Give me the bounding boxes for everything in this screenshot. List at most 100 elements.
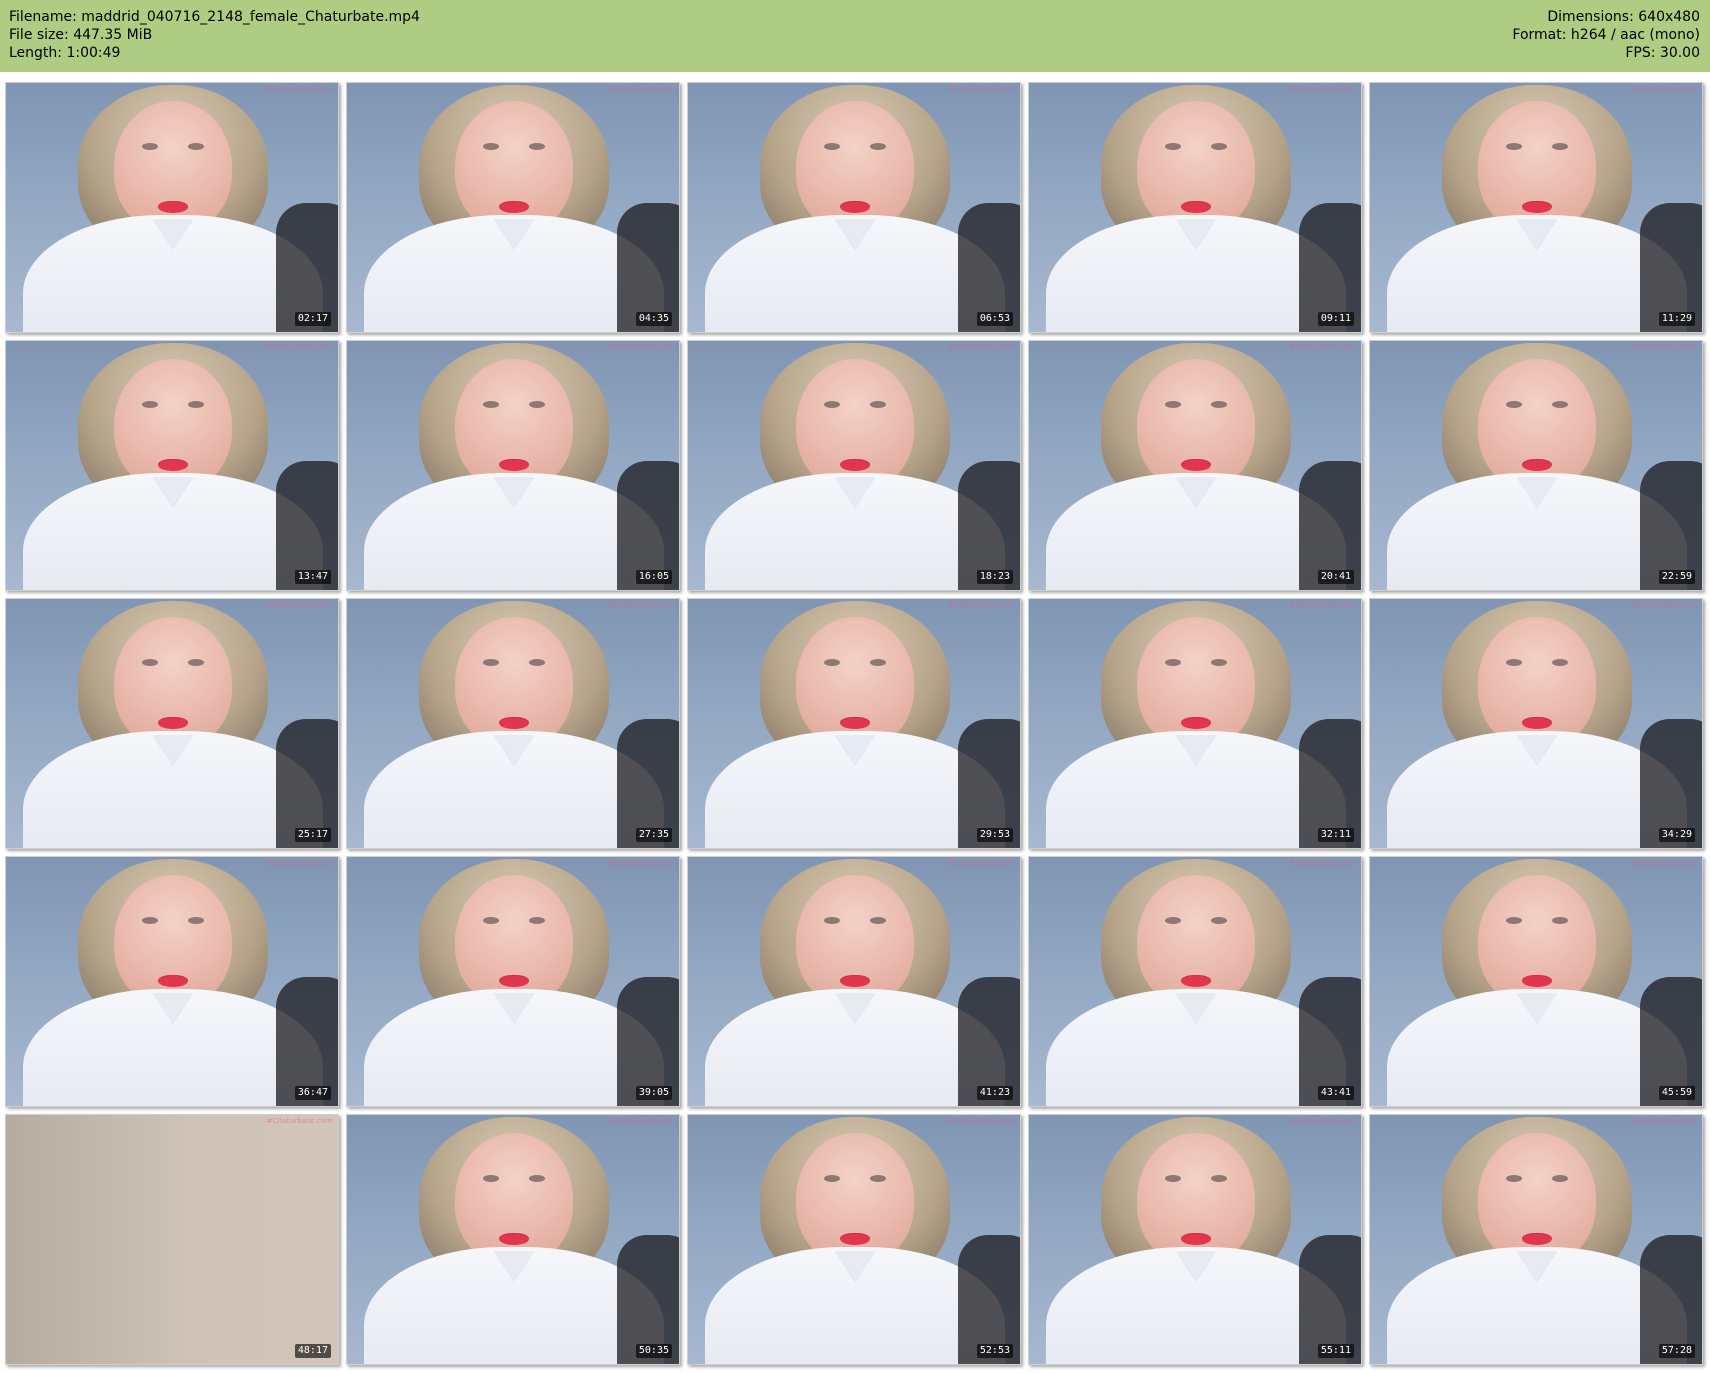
subject-left-eye [142,143,158,150]
subject-face [796,101,914,233]
timestamp-badge: 11:29 [1658,312,1695,326]
video-thumbnail[interactable]: #Chaturbate.com 06:53 [687,82,1021,333]
video-thumbnail[interactable]: #Chaturbate.com 29:53 [687,598,1021,849]
watermark-text: #Chaturbate.com [948,1117,1014,1125]
subject-face [1137,101,1255,233]
shirt-collar [1176,219,1216,249]
subject-face [1137,617,1255,749]
subject-left-eye [1506,659,1522,666]
subject-left-eye [1165,143,1181,150]
timestamp-badge: 36:47 [294,1086,331,1100]
video-thumbnail[interactable]: #Chaturbate.com 22:59 [1369,340,1703,591]
subject-face [455,617,573,749]
subject-face [455,359,573,491]
video-thumbnail[interactable]: #Chaturbate.com 13:47 [5,340,339,591]
subject-left-eye [824,1175,840,1182]
subject-right-eye [529,659,545,666]
subject-left-eye [142,401,158,408]
shirt-collar [835,1251,875,1281]
timestamp-badge: 29:53 [976,828,1013,842]
video-thumbnail[interactable]: #Chaturbate.com 16:05 [346,340,680,591]
watermark-text: #Chaturbate.com [607,601,673,609]
shirt-collar [153,219,193,249]
file-info-left: Filename: maddrid_040716_2148_female_Cha… [9,8,420,62]
subject-left-eye [1506,401,1522,408]
subject-face [796,617,914,749]
subject-face [1137,1133,1255,1265]
watermark-text: #Chaturbate.com [948,343,1014,351]
subject-face [114,359,232,491]
video-thumbnail[interactable]: #Chaturbate.com 36:47 [5,856,339,1107]
shirt-collar [153,477,193,507]
watermark-text: #Chaturbate.com [607,343,673,351]
subject-lips [1522,201,1552,213]
subject-face [1478,875,1596,1007]
subject-face [114,875,232,1007]
subject-right-eye [188,401,204,408]
video-thumbnail[interactable]: #Chaturbate.com 48:17 [5,1114,339,1365]
subject-left-eye [483,401,499,408]
video-thumbnail[interactable]: #Chaturbate.com 32:11 [1028,598,1362,849]
timestamp-badge: 18:23 [976,570,1013,584]
subject-left-eye [824,401,840,408]
subject-left-eye [483,143,499,150]
subject-left-eye [142,917,158,924]
watermark-text: #Chaturbate.com [607,859,673,867]
watermark-text: #Chaturbate.com [1630,601,1696,609]
shirt-collar [1176,993,1216,1023]
video-thumbnail[interactable]: #Chaturbate.com 11:29 [1369,82,1703,333]
subject-lips [499,717,529,729]
video-thumbnail[interactable]: #Chaturbate.com 09:11 [1028,82,1362,333]
subject-lips [1522,459,1552,471]
thumbnail-grid: #Chaturbate.com 02:17 #Chaturbate.com 04:35… [0,82,1710,1373]
subject-lips [840,1233,870,1245]
subject-right-eye [870,659,886,666]
subject-right-eye [870,143,886,150]
watermark-text: #Chaturbate.com [1289,601,1355,609]
timestamp-badge: 27:35 [635,828,672,842]
subject-right-eye [870,401,886,408]
video-thumbnail[interactable]: #Chaturbate.com 27:35 [346,598,680,849]
subject-lips [840,201,870,213]
shirt-collar [1176,735,1216,765]
subject-right-eye [529,143,545,150]
video-thumbnail[interactable]: #Chaturbate.com 34:29 [1369,598,1703,849]
video-thumbnail[interactable]: #Chaturbate.com 57:28 [1369,1114,1703,1365]
subject-lips [1522,1233,1552,1245]
video-thumbnail[interactable]: #Chaturbate.com 18:23 [687,340,1021,591]
subject-left-eye [483,917,499,924]
video-thumbnail[interactable]: #Chaturbate.com 45:59 [1369,856,1703,1107]
subject-face [796,1133,914,1265]
subject-lips [499,975,529,987]
watermark-text: #Chaturbate.com [1630,859,1696,867]
timestamp-badge: 16:05 [635,570,672,584]
subject-lips [1181,1233,1211,1245]
video-thumbnail[interactable]: #Chaturbate.com 52:53 [687,1114,1021,1365]
subject-right-eye [1211,401,1227,408]
subject-left-eye [1165,1175,1181,1182]
video-thumbnail[interactable]: #Chaturbate.com 50:35 [346,1114,680,1365]
subject-right-eye [1211,1175,1227,1182]
subject-right-eye [1552,401,1568,408]
video-thumbnail[interactable]: #Chaturbate.com 25:17 [5,598,339,849]
subject-right-eye [870,1175,886,1182]
video-thumbnail[interactable]: #Chaturbate.com 39:05 [346,856,680,1107]
video-thumbnail[interactable]: #Chaturbate.com 43:41 [1028,856,1362,1107]
video-thumbnail[interactable]: #Chaturbate.com 20:41 [1028,340,1362,591]
subject-lips [499,1233,529,1245]
video-thumbnail[interactable]: #Chaturbate.com 41:23 [687,856,1021,1107]
watermark-text: #Chaturbate.com [266,85,332,93]
subject-lips [499,201,529,213]
watermark-text: #Chaturbate.com [1630,85,1696,93]
video-thumbnail[interactable]: #Chaturbate.com 55:11 [1028,1114,1362,1365]
watermark-text: #Chaturbate.com [948,601,1014,609]
watermark-text: #Chaturbate.com [266,601,332,609]
video-thumbnail[interactable]: #Chaturbate.com 02:17 [5,82,339,333]
shirt-collar [1517,735,1557,765]
metadata-header: Filename: maddrid_040716_2148_female_Cha… [0,0,1710,72]
video-thumbnail[interactable]: #Chaturbate.com 04:35 [346,82,680,333]
watermark-text: #Chaturbate.com [607,85,673,93]
subject-right-eye [188,659,204,666]
timestamp-badge: 25:17 [294,828,331,842]
subject-lips [158,459,188,471]
